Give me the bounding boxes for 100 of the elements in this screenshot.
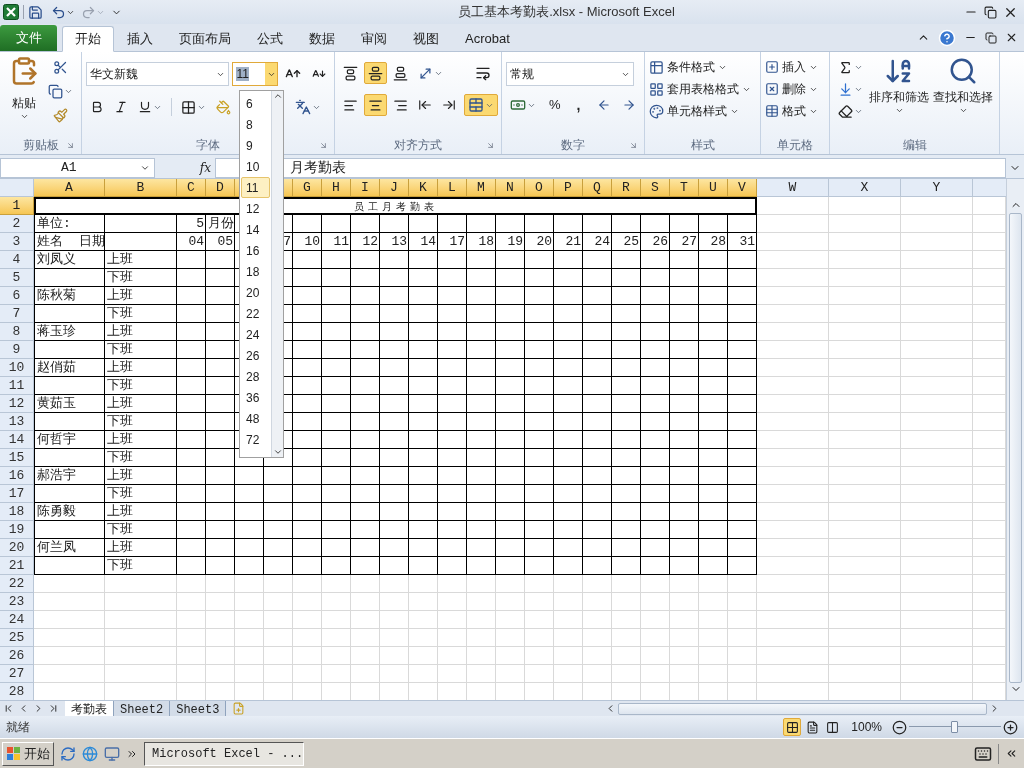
- font-name-field[interactable]: 华文新魏: [86, 62, 230, 86]
- column-header[interactable]: L: [438, 179, 467, 197]
- font-size-option[interactable]: 20: [241, 282, 270, 303]
- column-header[interactable]: Y: [901, 179, 973, 197]
- scroll-up-icon[interactable]: [272, 91, 283, 101]
- font-size-option[interactable]: 26: [241, 345, 270, 366]
- row-header[interactable]: 9: [0, 341, 34, 359]
- merge-center-button[interactable]: [464, 94, 498, 116]
- column-header[interactable]: K: [409, 179, 438, 197]
- zoom-in-icon[interactable]: [1003, 719, 1018, 735]
- file-tab[interactable]: 文件: [0, 25, 57, 51]
- row-header[interactable]: 28: [0, 683, 34, 700]
- cells-menu-button[interactable]: 格式: [765, 100, 825, 122]
- column-header[interactable]: X: [829, 179, 901, 197]
- keyboard-icon[interactable]: [974, 744, 992, 763]
- quick-launch-icon[interactable]: [60, 745, 76, 762]
- row-header[interactable]: 25: [0, 629, 34, 647]
- restore-icon[interactable]: [985, 31, 997, 44]
- row-header[interactable]: 8: [0, 323, 34, 341]
- vertical-scrollbar[interactable]: [1006, 179, 1024, 700]
- font-size-option[interactable]: 6: [241, 93, 270, 114]
- row-header[interactable]: 24: [0, 611, 34, 629]
- sheet-tab[interactable]: 考勤表: [65, 700, 114, 717]
- style-menu-button[interactable]: 套用表格格式: [649, 78, 756, 100]
- scroll-down-icon[interactable]: [272, 447, 283, 457]
- sheet-tab[interactable]: Sheet2: [114, 700, 171, 717]
- font-size-option[interactable]: 8: [241, 114, 270, 135]
- font-size-option[interactable]: 22: [241, 303, 270, 324]
- ribbon-tab[interactable]: 插入: [114, 26, 166, 52]
- ribbon-tab[interactable]: Acrobat: [452, 26, 523, 52]
- column-header[interactable]: H: [322, 179, 351, 197]
- column-header[interactable]: J: [380, 179, 409, 197]
- first-sheet-icon[interactable]: [3, 703, 14, 714]
- font-size-option[interactable]: 24: [241, 324, 270, 345]
- font-size-option[interactable]: 9: [241, 135, 270, 156]
- number-format-field[interactable]: 常规: [506, 62, 634, 86]
- editing-menu-button[interactable]: 排序和筛选: [867, 56, 931, 122]
- row-header[interactable]: 23: [0, 593, 34, 611]
- column-header[interactable]: P: [554, 179, 583, 197]
- start-button[interactable]: 开始: [2, 741, 54, 766]
- expand-tray-icon[interactable]: [1005, 747, 1018, 760]
- row-header[interactable]: 4: [0, 251, 34, 269]
- ribbon-tab[interactable]: 数据: [296, 26, 348, 52]
- sheet-tab[interactable]: Sheet3: [170, 700, 227, 717]
- row-header[interactable]: 6: [0, 287, 34, 305]
- row-header[interactable]: 16: [0, 467, 34, 485]
- row-header[interactable]: 7: [0, 305, 34, 323]
- list-scrollbar[interactable]: [271, 91, 283, 457]
- taskbar-window-button[interactable]: Microsoft Excel - ...: [144, 741, 304, 766]
- restore-icon[interactable]: [984, 5, 997, 19]
- vertical-align-button[interactable]: [364, 62, 387, 84]
- row-header[interactable]: 3: [0, 233, 34, 251]
- zoom-out-icon[interactable]: [892, 719, 907, 735]
- column-header[interactable]: T: [670, 179, 699, 197]
- ribbon-tab[interactable]: 视图: [400, 26, 452, 52]
- font-size-option[interactable]: 18: [241, 261, 270, 282]
- ribbon-tab[interactable]: 页面布局: [166, 26, 244, 52]
- row-header[interactable]: 15: [0, 449, 34, 467]
- font-size-option[interactable]: 48: [241, 408, 270, 429]
- dialog-launcher-icon[interactable]: [629, 141, 638, 150]
- row-header[interactable]: 12: [0, 395, 34, 413]
- font-size-option[interactable]: 28: [241, 366, 270, 387]
- last-sheet-icon[interactable]: [48, 703, 59, 714]
- view-button[interactable]: [783, 718, 802, 736]
- row-header[interactable]: 2: [0, 215, 34, 233]
- column-header[interactable]: B: [105, 179, 177, 197]
- insert-function-button[interactable]: fx: [199, 158, 211, 177]
- close-icon[interactable]: [1005, 31, 1018, 44]
- style-menu-button[interactable]: 条件格式: [649, 56, 756, 78]
- zoom-level[interactable]: 100%: [851, 718, 882, 736]
- column-header[interactable]: Q: [583, 179, 612, 197]
- ribbon-tab[interactable]: 公式: [244, 26, 296, 52]
- row-header[interactable]: 19: [0, 521, 34, 539]
- column-header[interactable]: G: [293, 179, 322, 197]
- column-header[interactable]: W: [757, 179, 829, 197]
- row-header[interactable]: 17: [0, 485, 34, 503]
- horizontal-align-button[interactable]: [364, 94, 387, 116]
- column-header[interactable]: S: [641, 179, 670, 197]
- column-header[interactable]: N: [496, 179, 525, 197]
- row-header[interactable]: 5: [0, 269, 34, 287]
- percent-button[interactable]: %: [543, 94, 567, 116]
- browser-icon[interactable]: [82, 745, 98, 762]
- help-icon[interactable]: [938, 28, 956, 47]
- font-size-option[interactable]: 72: [241, 429, 270, 450]
- zoom-slider[interactable]: [909, 720, 1001, 734]
- font-size-option[interactable]: 11: [241, 177, 270, 198]
- ribbon-tab[interactable]: 审阅: [348, 26, 400, 52]
- dialog-launcher-icon[interactable]: [66, 141, 75, 150]
- column-header[interactable]: C: [177, 179, 206, 197]
- column-header[interactable]: V: [728, 179, 757, 197]
- row-header[interactable]: 10: [0, 359, 34, 377]
- undo-icon[interactable]: [51, 4, 66, 20]
- style-menu-button[interactable]: 单元格样式: [649, 100, 756, 122]
- row-header[interactable]: 21: [0, 557, 34, 575]
- font-size-option[interactable]: 10: [241, 156, 270, 177]
- column-header[interactable]: A: [34, 179, 105, 197]
- desktop-icon[interactable]: [104, 745, 120, 762]
- row-header[interactable]: 14: [0, 431, 34, 449]
- comma-button[interactable]: ,: [569, 94, 588, 116]
- dialog-launcher-icon[interactable]: [486, 141, 495, 150]
